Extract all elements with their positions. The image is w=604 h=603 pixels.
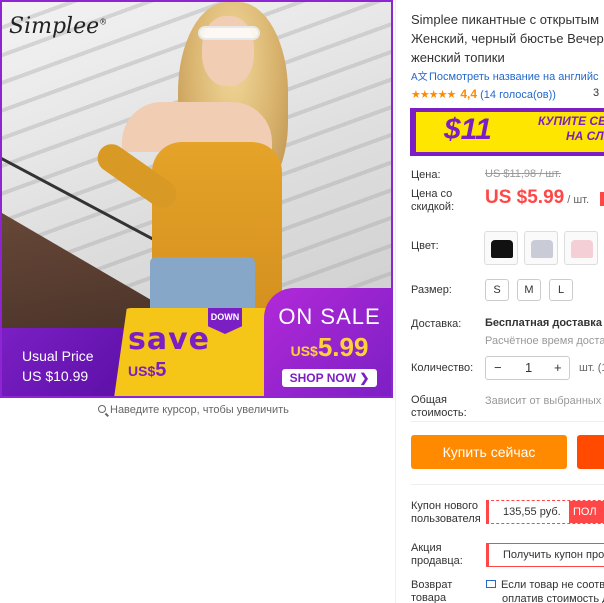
color-label: Цвет: [411,240,439,252]
magnifier-icon [98,405,106,413]
size-option-s[interactable]: S [485,279,509,301]
total-cost-label: Общая стоимость: [411,394,467,419]
save-banner: save US$5 [114,308,274,396]
new-user-coupon[interactable]: 135,55 руб. ПОЛ [486,500,604,524]
save-word: save [128,322,211,357]
color-swatch-pink[interactable] [564,231,598,265]
product-details: Simplee пикантные с открытым Женский, че… [395,0,604,603]
add-to-cart-button[interactable] [577,435,604,469]
save-amount: US$5 [128,359,167,381]
divider [411,484,604,485]
on-sale-banner: ON SALE US$5.99 SHOP NOW ❯ [264,288,391,396]
usual-price-label: Usual Price [22,348,94,364]
orders-count: 3 [593,87,600,99]
promo-amount: $11 [444,113,492,146]
coupon-get-badge[interactable]: ПОЛ [569,501,604,523]
discount-badge [600,192,604,206]
usual-price-banner: Usual Price US $10.99 [2,328,132,396]
new-user-coupon-label: Купон нового пользователя [411,500,481,525]
quantity-minus-button[interactable]: − [494,360,502,375]
product-main-image[interactable]: Simplee® Usual Price US $10.99 save US$5… [0,0,393,398]
brand-logo: Simplee® [9,14,108,39]
rating-row: ★★★★★ 4,4 (14 голоса(ов)) 3 [411,87,599,101]
quantity-available: шт. (1 [579,362,604,374]
old-price: US $11,98 / шт. [485,168,562,180]
translate-icon: A文 [411,72,428,83]
star-rating-icon: ★★★★★ [411,89,456,101]
return-policy: Если товар не соответ оплатив стоимость … [486,578,604,603]
translate-title-link[interactable]: A文Посмотреть название на английс [411,68,598,83]
rating-value: 4,4 [460,87,478,101]
size-label: Размер: [411,284,452,296]
discount-price: US $5.99/ шт. [485,187,590,208]
shop-now-label: SHOP NOW ❯ [281,369,378,387]
zoom-hint: Наведите курсор, чтобы увеличить [98,404,289,416]
shipping-estimate: Расчётное время доставк [485,335,604,347]
shipping-label: Доставка: [411,318,462,330]
rating-count-link[interactable]: (14 голоса(ов)) [480,89,556,101]
return-label: Возврат товара [411,579,453,603]
quantity-input[interactable]: 1 [525,360,532,375]
divider [411,421,604,422]
model-sunglasses [198,26,260,40]
size-option-m[interactable]: M [517,279,541,301]
quantity-label: Количество: [411,362,474,374]
quantity-stepper: − 1 + [485,356,570,380]
color-swatch-gray[interactable] [524,231,558,265]
on-sale-title: ON SALE [278,304,381,329]
return-policy-icon [486,580,496,588]
shipping-method[interactable]: Бесплатная доставка в [485,317,604,329]
seller-coupon-button[interactable]: Получить купон продав [486,543,604,567]
quantity-plus-button[interactable]: + [554,360,562,375]
total-cost-value: Зависит от выбранных за [485,395,604,407]
seller-promo-label: Акция продавца: [411,542,463,567]
usual-price-value: US $10.99 [22,368,89,384]
product-title: Simplee пикантные с открытым Женский, че… [411,12,604,65]
size-option-l[interactable]: L [549,279,573,301]
discount-price-label: Цена со скидкой: [411,188,455,213]
price-label: Цена: [411,169,441,181]
buy-now-button[interactable]: Купить сейчас [411,435,567,469]
promo-text: КУПИТЕ СЕ НА СЛ [538,114,604,143]
promo-banner[interactable]: $11 КУПИТЕ СЕ НА СЛ [410,108,604,156]
color-swatch-black[interactable] [484,231,518,265]
sale-price: US$5.99 [290,332,369,362]
